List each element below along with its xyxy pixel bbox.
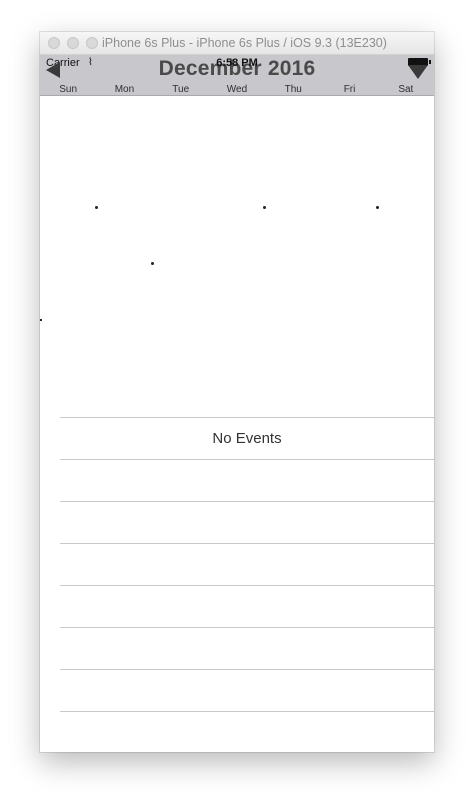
event-indicator-dot (376, 206, 379, 209)
event-indicator-dot (95, 206, 98, 209)
list-item (60, 711, 434, 752)
window-title: iPhone 6s Plus - iPhone 6s Plus / iOS 9.… (102, 36, 387, 50)
weekday-label: Fri (343, 84, 356, 95)
close-window-button[interactable] (48, 37, 60, 49)
status-time: 6:58 PM (216, 57, 258, 69)
list-item (60, 459, 434, 501)
weekday-label: Thu (284, 84, 302, 95)
weekday-label: Sun (59, 84, 78, 95)
list-item (60, 501, 434, 543)
prev-month-arrow-icon[interactable] (46, 62, 60, 78)
list-item (60, 669, 434, 711)
zoom-window-button[interactable] (86, 37, 98, 49)
simulator-window: iPhone 6s Plus - iPhone 6s Plus / iOS 9.… (40, 32, 434, 752)
list-item: No Events (60, 417, 434, 459)
weekday-label: Mon (114, 84, 135, 95)
no-events-label: No Events (212, 430, 282, 447)
edge-mark (40, 319, 42, 321)
list-item (60, 627, 434, 669)
window-titlebar: iPhone 6s Plus - iPhone 6s Plus / iOS 9.… (40, 32, 434, 55)
events-list: No Events (60, 417, 434, 752)
list-item (60, 543, 434, 585)
weekday-row: Sun Mon Tue Wed Thu Fri Sat (40, 84, 434, 95)
event-indicator-dot (151, 262, 154, 265)
minimize-window-button[interactable] (67, 37, 79, 49)
next-month-arrow-icon[interactable] (408, 65, 428, 79)
weekday-label: Wed (226, 84, 248, 95)
list-item (60, 585, 434, 627)
weekday-label: Tue (172, 84, 190, 95)
weekday-label: Sat (398, 84, 414, 95)
calendar-day-grid[interactable] (40, 96, 434, 392)
calendar-header: December 2016 Carrier ⌇ 6:58 PM Sun Mon … (40, 55, 434, 96)
event-indicator-dot (263, 206, 266, 209)
